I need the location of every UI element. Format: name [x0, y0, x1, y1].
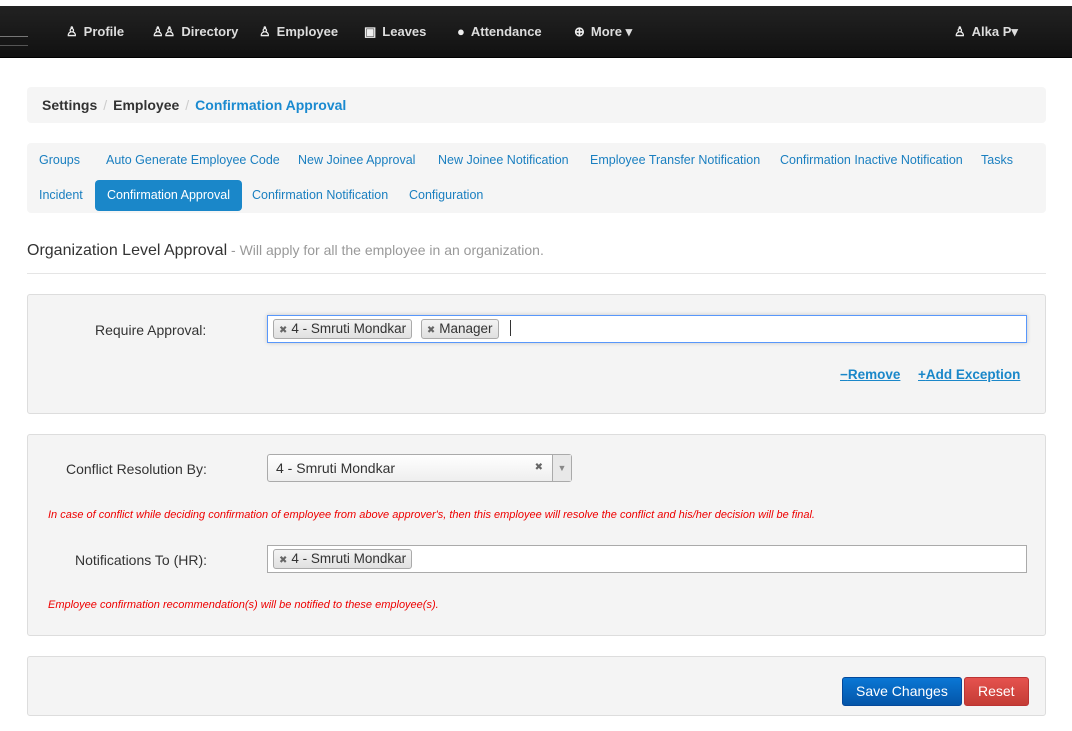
- save-changes-button[interactable]: Save Changes: [842, 677, 962, 706]
- approver-chip: ✖ 4 - Smruti Mondkar: [273, 319, 412, 339]
- nav-label: Attendance: [471, 24, 542, 39]
- chip-label: Manager: [439, 321, 492, 336]
- nav-more[interactable]: ⊕ More ▾: [574, 6, 632, 58]
- breadcrumb: Settings/Employee/Confirmation Approval: [27, 87, 1046, 123]
- breadcrumb-employee[interactable]: Employee: [113, 97, 179, 113]
- text-cursor: [510, 320, 511, 336]
- section-title: Organization Level Approval: [27, 242, 227, 259]
- tab-auto-generate-employee-code[interactable]: Auto Generate Employee Code: [94, 145, 292, 176]
- section-header: Organization Level Approval - Will apply…: [27, 242, 1046, 274]
- reset-button[interactable]: Reset: [964, 677, 1029, 706]
- remove-chip-icon[interactable]: ✖: [279, 555, 287, 566]
- clock-icon: ●: [457, 6, 465, 58]
- tab-incident[interactable]: Incident: [27, 180, 95, 211]
- conflict-note: In case of conflict while deciding confi…: [48, 509, 815, 521]
- clear-icon[interactable]: ✖: [535, 455, 543, 481]
- actions-panel: Save Changes Reset: [27, 656, 1046, 716]
- nav-attendance[interactable]: ● Attendance: [457, 6, 542, 58]
- tab-new-joinee-approval[interactable]: New Joinee Approval: [286, 145, 427, 176]
- notifications-note: Employee confirmation recommendation(s) …: [48, 599, 439, 611]
- nav-label: Directory: [181, 24, 238, 39]
- camera-icon: ▣: [364, 6, 376, 58]
- plus-icon: +: [918, 367, 926, 382]
- user-menu[interactable]: ♙ Alka P▾: [954, 6, 1018, 58]
- group-icon: ♙♙: [152, 6, 175, 58]
- tab-confirmation-inactive-notification[interactable]: Confirmation Inactive Notification: [768, 145, 975, 176]
- tab-new-joinee-notification[interactable]: New Joinee Notification: [426, 145, 581, 176]
- approver-chip: ✖ Manager: [421, 319, 499, 339]
- tab-configuration[interactable]: Configuration: [397, 180, 495, 211]
- plus-circle-icon: ⊕: [574, 6, 585, 58]
- chip-label: 4 - Smruti Mondkar: [291, 321, 406, 336]
- minus-icon: −: [840, 367, 848, 382]
- conflict-resolution-select[interactable]: 4 - Smruti Mondkar ✖ ▼: [267, 454, 572, 482]
- tab-employee-transfer-notification[interactable]: Employee Transfer Notification: [578, 145, 772, 176]
- tab-confirmation-approval[interactable]: Confirmation Approval: [95, 180, 242, 211]
- dropdown-arrow-icon[interactable]: ▼: [552, 455, 571, 481]
- notifications-input[interactable]: ✖ 4 - Smruti Mondkar: [267, 545, 1027, 573]
- selected-value: 4 - Smruti Mondkar: [276, 460, 395, 476]
- logo: [0, 36, 28, 46]
- nav-label: Employee: [277, 24, 338, 39]
- conflict-panel: Conflict Resolution By: 4 - Smruti Mondk…: [27, 434, 1046, 636]
- caret-down-icon: ▾: [622, 24, 632, 39]
- tab-groups[interactable]: Groups: [27, 145, 92, 176]
- person-icon: ♙: [259, 6, 271, 58]
- require-approval-label: Require Approval:: [95, 322, 206, 338]
- require-approval-input[interactable]: ✖ 4 - Smruti Mondkar ✖ Manager: [267, 315, 1027, 343]
- nav-label: More: [591, 24, 622, 39]
- tab-confirmation-notification[interactable]: Confirmation Notification: [240, 180, 400, 211]
- add-exception-label: Add Exception: [926, 367, 1021, 382]
- hr-chip: ✖ 4 - Smruti Mondkar: [273, 549, 412, 569]
- nav-leaves[interactable]: ▣ Leaves: [364, 6, 426, 58]
- nav-employee[interactable]: ♙ Employee: [259, 6, 338, 58]
- user-name: Alka P: [972, 24, 1012, 39]
- tab-tasks[interactable]: Tasks: [969, 145, 1025, 176]
- add-exception-link[interactable]: +Add Exception: [918, 367, 1020, 382]
- user-icon: ♙: [954, 6, 966, 58]
- settings-tabs: Groups Auto Generate Employee Code New J…: [27, 143, 1046, 213]
- person-icon: ♙: [66, 6, 78, 58]
- remove-chip-icon[interactable]: ✖: [427, 325, 435, 336]
- breadcrumb-settings[interactable]: Settings: [42, 97, 97, 113]
- conflict-resolution-label: Conflict Resolution By:: [66, 461, 207, 477]
- caret-down-icon: ▾: [1011, 24, 1018, 39]
- chip-label: 4 - Smruti Mondkar: [291, 551, 406, 566]
- remove-chip-icon[interactable]: ✖: [279, 325, 287, 336]
- section-subtitle: - Will apply for all the employee in an …: [227, 242, 544, 258]
- notifications-label: Notifications To (HR):: [75, 552, 207, 568]
- remove-link[interactable]: −Remove: [840, 367, 900, 382]
- approval-panel: Require Approval: ✖ 4 - Smruti Mondkar ✖ M…: [27, 294, 1046, 414]
- nav-label: Profile: [84, 24, 124, 39]
- top-navbar: ♙ Profile ♙♙ Directory ♙ Employee ▣ Leaves ●…: [0, 6, 1072, 58]
- nav-directory[interactable]: ♙♙ Directory: [152, 6, 238, 58]
- nav-profile[interactable]: ♙ Profile: [66, 6, 124, 58]
- breadcrumb-current: Confirmation Approval: [195, 97, 346, 113]
- remove-label: Remove: [848, 367, 901, 382]
- nav-label: Leaves: [382, 24, 426, 39]
